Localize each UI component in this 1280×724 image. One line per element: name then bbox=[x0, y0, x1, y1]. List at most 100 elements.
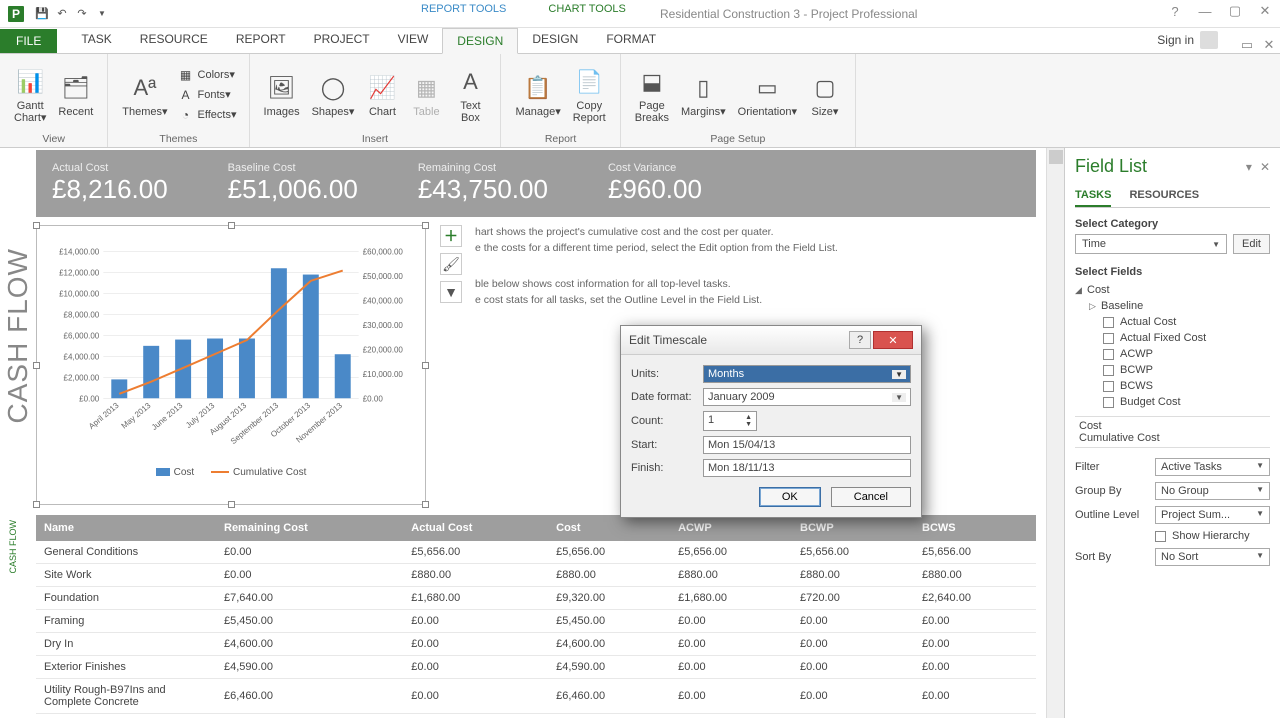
cashflow-chart[interactable]: £0.00£2,000.00£4,000.00£6,000.00£8,000.0… bbox=[36, 225, 426, 505]
tab-resource-1[interactable]: RESOURCE bbox=[126, 27, 222, 53]
chart-add-icon[interactable]: ＋ bbox=[440, 225, 462, 247]
dialog-help-icon[interactable]: ? bbox=[849, 331, 871, 349]
redo-icon[interactable]: ↷ bbox=[72, 4, 92, 24]
undo-icon[interactable]: ↶ bbox=[52, 4, 72, 24]
svg-text:£40,000.00: £40,000.00 bbox=[363, 296, 404, 305]
chart-style-icon[interactable]: 🖌 bbox=[440, 253, 462, 275]
filter-select[interactable]: Active Tasks▼ bbox=[1155, 458, 1270, 476]
tree-item[interactable]: BCWS bbox=[1075, 378, 1270, 394]
orientation-button[interactable]: ▭Orientation▾ bbox=[732, 70, 803, 120]
fonts-button[interactable]: AFonts▾ bbox=[174, 86, 241, 104]
chart-filter-icon[interactable]: ▼ bbox=[440, 281, 462, 303]
gantt-chart-button[interactable]: 📊GanttChart▾ bbox=[8, 64, 52, 126]
restore-icon[interactable]: ▢ bbox=[1220, 0, 1250, 22]
resize-handle[interactable] bbox=[422, 222, 429, 229]
panel-tab-resources[interactable]: RESOURCES bbox=[1129, 185, 1199, 207]
outline-label: Outline Level bbox=[1075, 509, 1155, 521]
resize-handle[interactable] bbox=[33, 501, 40, 508]
svg-text:£10,000.00: £10,000.00 bbox=[363, 370, 404, 379]
tree-item[interactable]: Actual Cost bbox=[1075, 314, 1270, 330]
edit-button[interactable]: Edit bbox=[1233, 234, 1270, 254]
count-spinner[interactable]: 1▲▼ bbox=[703, 411, 757, 431]
field-list-panel: Field List ▾✕ TASKS RESOURCES Select Cat… bbox=[1064, 148, 1280, 718]
tree-item[interactable]: ACWP bbox=[1075, 346, 1270, 362]
svg-text:April 2013: April 2013 bbox=[87, 401, 121, 431]
tree-item[interactable]: Budget Cost bbox=[1075, 394, 1270, 410]
tree-item[interactable]: Actual Fixed Cost bbox=[1075, 330, 1270, 346]
svg-text:£60,000.00: £60,000.00 bbox=[363, 247, 404, 256]
tab-file[interactable]: FILE bbox=[0, 29, 57, 53]
report-vertical-title: CASH FLOW bbox=[0, 148, 36, 718]
dialog-titlebar[interactable]: Edit Timescale ?✕ bbox=[621, 326, 921, 355]
groupby-select[interactable]: No Group▼ bbox=[1155, 482, 1270, 500]
resize-handle[interactable] bbox=[228, 501, 235, 508]
svg-text:May 2013: May 2013 bbox=[120, 401, 153, 431]
tab-project-3[interactable]: PROJECT bbox=[300, 27, 384, 53]
stat: Remaining Cost£43,750.00 bbox=[418, 162, 548, 205]
ok-button[interactable]: OK bbox=[759, 487, 821, 507]
panel-tab-tasks[interactable]: TASKS bbox=[1075, 185, 1111, 207]
subwin-close-icon[interactable]: ✕ bbox=[1258, 37, 1280, 53]
images-button[interactable]: 🖼Images bbox=[258, 70, 306, 120]
close-icon[interactable]: ✕ bbox=[1250, 0, 1280, 22]
start-label: Start: bbox=[631, 439, 703, 451]
category-select[interactable]: Time▼ bbox=[1075, 234, 1227, 254]
help-icon[interactable]: ? bbox=[1160, 1, 1190, 22]
panel-close-icon[interactable]: ✕ bbox=[1260, 160, 1270, 174]
textbox-button[interactable]: ATextBox bbox=[448, 64, 492, 126]
svg-text:£0.00: £0.00 bbox=[79, 394, 100, 403]
signin[interactable]: Sign in bbox=[1149, 27, 1226, 53]
picked-cumulative[interactable]: Cumulative Cost bbox=[1079, 432, 1266, 444]
picked-cost[interactable]: Cost bbox=[1079, 420, 1266, 432]
tab-report-2[interactable]: REPORT bbox=[222, 27, 300, 53]
ribbon-min-icon[interactable]: ▭ bbox=[1236, 37, 1258, 53]
sheet-tab-label[interactable]: CASH FLOW bbox=[8, 520, 18, 574]
resize-handle[interactable] bbox=[422, 362, 429, 369]
tab-task-0[interactable]: TASK bbox=[67, 27, 125, 53]
outline-select[interactable]: Project Sum...▼ bbox=[1155, 506, 1270, 524]
scrollbar-vertical[interactable] bbox=[1046, 148, 1064, 718]
effects-button[interactable]: ◔Effects▾ bbox=[174, 106, 241, 124]
copy-report-button[interactable]: 📄CopyReport bbox=[567, 64, 612, 126]
resize-handle[interactable] bbox=[228, 222, 235, 229]
field-tree: ◢Cost ▷Baseline Actual CostActual Fixed … bbox=[1075, 282, 1270, 410]
resize-handle[interactable] bbox=[33, 362, 40, 369]
themes-button[interactable]: AªThemes▾ bbox=[116, 70, 173, 120]
scroll-up-icon[interactable] bbox=[1049, 150, 1063, 164]
tab-design-6[interactable]: DESIGN bbox=[518, 27, 592, 53]
hierarchy-checkbox[interactable] bbox=[1155, 531, 1166, 542]
resize-handle[interactable] bbox=[422, 501, 429, 508]
tab-view-4[interactable]: VIEW bbox=[384, 27, 443, 53]
page-breaks-button[interactable]: ⬓PageBreaks bbox=[629, 64, 675, 126]
tree-node-baseline[interactable]: ▷Baseline bbox=[1075, 298, 1270, 314]
dialog-close-icon[interactable]: ✕ bbox=[873, 331, 913, 349]
finish-input[interactable]: Mon 18/11/13 bbox=[703, 459, 911, 477]
qat-more-icon[interactable]: ▼ bbox=[92, 4, 112, 24]
chart-button[interactable]: 📈Chart bbox=[360, 70, 404, 120]
minimize-icon[interactable]: — bbox=[1190, 1, 1220, 22]
save-icon[interactable]: 💾 bbox=[32, 4, 52, 24]
shapes-button[interactable]: ◯Shapes▾ bbox=[306, 70, 361, 120]
margins-button[interactable]: ▯Margins▾ bbox=[675, 70, 732, 120]
panel-title: Field List ▾✕ bbox=[1075, 156, 1270, 177]
start-input[interactable]: Mon 15/04/13 bbox=[703, 436, 911, 454]
units-select[interactable]: Months▼ bbox=[703, 365, 911, 383]
resize-handle[interactable] bbox=[33, 222, 40, 229]
panel-dropdown-icon[interactable]: ▾ bbox=[1246, 160, 1252, 174]
size-button[interactable]: ▢Size▾ bbox=[803, 70, 847, 120]
group-view: View bbox=[8, 131, 99, 147]
colors-button[interactable]: ▦Colors▾ bbox=[174, 66, 241, 84]
dateformat-select[interactable]: January 2009▼ bbox=[703, 388, 911, 406]
tree-node-cost[interactable]: ◢Cost bbox=[1075, 282, 1270, 298]
svg-text:£10,000.00: £10,000.00 bbox=[59, 289, 100, 298]
tab-design-5[interactable]: DESIGN bbox=[442, 28, 518, 54]
tree-item[interactable]: BCWP bbox=[1075, 362, 1270, 378]
ribbon: 📊GanttChart▾ 🗂Recent View AªThemes▾ ▦Col… bbox=[0, 54, 1280, 148]
svg-text:£0.00: £0.00 bbox=[363, 394, 384, 403]
cancel-button[interactable]: Cancel bbox=[831, 487, 911, 507]
tab-format-7[interactable]: FORMAT bbox=[592, 27, 670, 53]
units-label: Units: bbox=[631, 368, 703, 380]
sort-select[interactable]: No Sort▼ bbox=[1155, 548, 1270, 566]
manage-button[interactable]: 📋Manage▾ bbox=[509, 70, 566, 120]
recent-button[interactable]: 🗂Recent bbox=[52, 70, 99, 120]
